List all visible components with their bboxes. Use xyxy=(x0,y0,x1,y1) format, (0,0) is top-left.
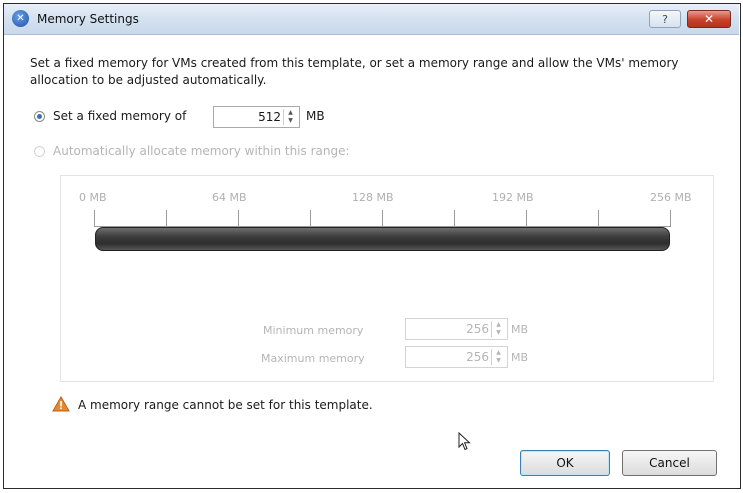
scale-tick xyxy=(310,210,311,226)
scale-tick-label: 0 MB xyxy=(79,191,107,204)
memory-range-slider[interactable] xyxy=(95,227,670,251)
maximum-memory-unit: MB xyxy=(511,351,529,364)
minimum-memory-label: Minimum memory xyxy=(263,324,364,337)
scale-tick xyxy=(94,210,95,226)
scale-tick-label: 192 MB xyxy=(492,191,534,204)
close-button[interactable]: ✕ xyxy=(687,10,731,28)
ok-button[interactable]: OK xyxy=(520,450,610,476)
fixed-memory-spinner[interactable]: 512 ▲ ▼ xyxy=(213,106,300,128)
scale-tick xyxy=(598,210,599,226)
scale-tick-label: 128 MB xyxy=(352,191,394,204)
cancel-button[interactable]: Cancel xyxy=(622,450,717,476)
description-text: Set a fixed memory for VMs created from … xyxy=(30,56,679,87)
auto-range-label: Automatically allocate memory within thi… xyxy=(53,144,350,158)
scale-tick xyxy=(238,210,239,226)
warning-triangle-icon xyxy=(52,396,70,412)
scale-tick-label: 64 MB xyxy=(212,191,247,204)
spinner-arrows-icon[interactable]: ▲ ▼ xyxy=(491,321,505,337)
window-title: Memory Settings xyxy=(37,12,139,26)
memory-range-panel xyxy=(60,175,714,382)
mouse-cursor-icon xyxy=(458,432,471,451)
warning-message: A memory range cannot be set for this te… xyxy=(78,398,373,412)
minimum-memory-spinner[interactable]: 256 ▲ ▼ xyxy=(405,318,508,340)
scale-tick xyxy=(526,210,527,226)
fixed-memory-label: Set a fixed memory of xyxy=(53,109,187,123)
auto-range-radio[interactable] xyxy=(34,146,45,157)
spinner-arrows-icon[interactable]: ▲ ▼ xyxy=(283,109,297,125)
maximum-memory-value[interactable]: 256 xyxy=(466,350,489,364)
scale-tick-label: 256 MB xyxy=(650,191,692,204)
help-button[interactable]: ? xyxy=(649,10,681,28)
fixed-memory-radio[interactable] xyxy=(34,111,45,122)
fixed-memory-value[interactable]: 512 xyxy=(258,110,281,124)
maximum-memory-label: Maximum memory xyxy=(261,352,365,365)
maximum-memory-spinner[interactable]: 256 ▲ ▼ xyxy=(405,346,508,368)
scale-tick xyxy=(454,210,455,226)
scale-tick xyxy=(166,210,167,226)
scale-tick xyxy=(670,210,671,226)
spinner-arrows-icon[interactable]: ▲ ▼ xyxy=(491,349,505,365)
scale-tick xyxy=(382,210,383,226)
app-icon: ✕ xyxy=(12,10,29,27)
title-bar[interactable]: ✕ Memory Settings ? ✕ xyxy=(4,4,739,35)
minimum-memory-unit: MB xyxy=(511,323,529,336)
minimum-memory-value[interactable]: 256 xyxy=(466,322,489,336)
fixed-memory-unit: MB xyxy=(306,109,325,123)
